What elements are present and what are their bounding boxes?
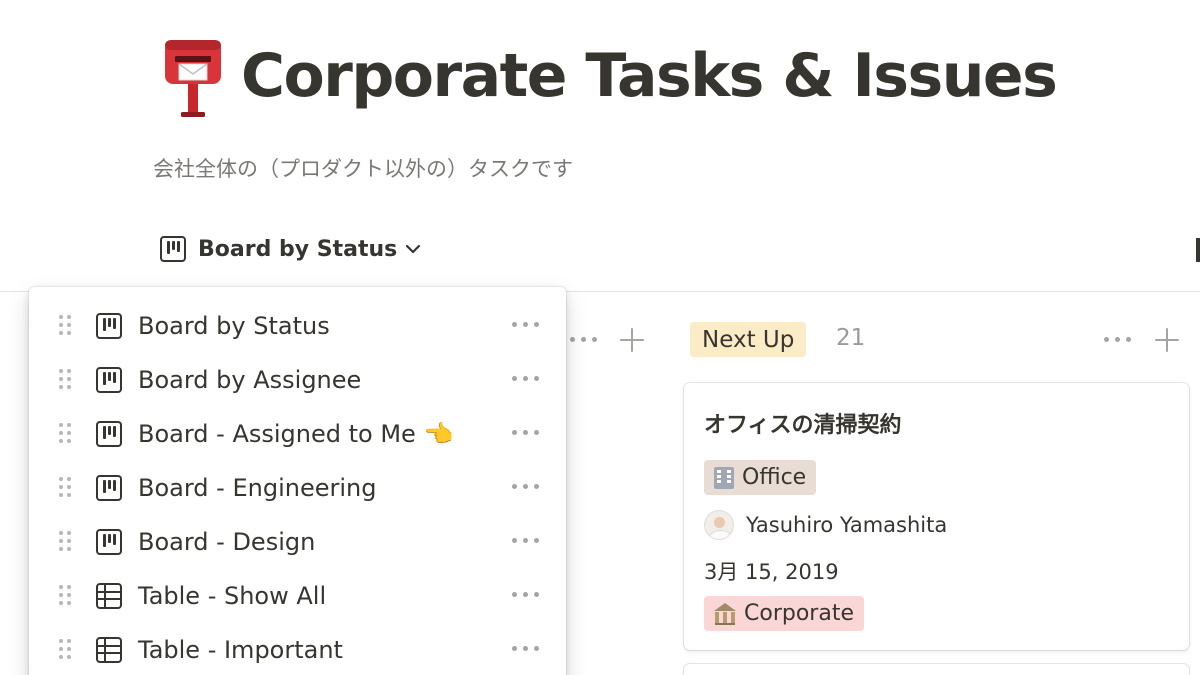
board-icon [96,313,122,339]
view-item-label: Board - Engineering [138,474,377,502]
department-tag-label: Corporate [744,601,854,626]
view-item-board-design[interactable]: Board - Design [29,515,566,569]
page-header: Corporate Tasks & Issues [157,34,1058,118]
category-tag-label: Office [742,465,807,490]
view-switcher-button[interactable]: Board by Status [160,232,421,266]
toolbar-edge [1196,238,1200,262]
card-title: オフィスの清掃契約 [704,413,902,438]
notion-page: Corporate Tasks & Issues 会社全体の（プロダクト以外の）… [0,0,1200,675]
more-icon[interactable] [570,337,600,343]
chevron-down-icon [406,244,421,254]
add-card-icon[interactable] [619,326,645,354]
view-item-label: Table - Important [138,636,343,664]
page-description[interactable]: 会社全体の（プロダクト以外の）タスクです [153,153,573,183]
view-item-table-show-all[interactable]: Table - Show All [29,569,566,623]
office-building-icon [714,466,734,489]
group-controls [1104,326,1184,354]
more-icon[interactable] [512,538,542,546]
more-icon[interactable] [1104,337,1134,343]
view-item-label: Board - Design [138,528,316,556]
card-date: 3月 15, 2019 [704,560,839,584]
more-icon[interactable] [512,376,542,384]
board-card[interactable] [684,664,1189,675]
more-icon[interactable] [512,592,542,600]
board-icon [160,236,186,262]
board-card[interactable]: オフィスの清掃契約 Office Yasuhiro Yamashita 3月 1… [684,383,1189,650]
view-item-board-by-status[interactable]: Board by Status [29,299,566,353]
category-tag[interactable]: Office [704,460,817,495]
drag-handle-icon[interactable] [59,639,73,661]
drag-handle-icon[interactable] [59,477,73,499]
drag-handle-icon[interactable] [59,423,73,445]
drag-handle-icon[interactable] [59,585,73,607]
assignee-name: Yasuhiro Yamashita [746,513,948,537]
more-icon[interactable] [512,322,542,330]
board-icon [96,475,122,501]
more-icon[interactable] [512,484,542,492]
more-icon[interactable] [512,646,542,654]
drag-handle-icon[interactable] [59,315,73,337]
group-label-next-up[interactable]: Next Up [690,322,807,357]
board-icon [96,367,122,393]
views-menu: Board by Status Board by Assignee Board … [29,287,566,675]
view-item-label: Board by Status [138,312,330,340]
view-item-table-important[interactable]: Table - Important [29,623,566,675]
drag-handle-icon[interactable] [59,531,73,553]
prev-group-controls [570,326,650,354]
current-view-label: Board by Status [198,236,398,262]
view-item-label: Board by Assignee [138,366,362,394]
view-item-label: Table - Show All [138,582,327,610]
bank-icon [714,602,736,625]
table-icon [96,583,122,609]
board-icon [96,529,122,555]
table-icon [96,637,122,663]
avatar [704,510,734,540]
add-card-icon[interactable] [1154,326,1180,354]
group-count: 21 [836,325,866,351]
view-item-board-by-assignee[interactable]: Board by Assignee [29,353,566,407]
department-tag[interactable]: Corporate [704,596,864,631]
postbox-icon[interactable] [157,36,229,117]
view-item-board-assigned-to-me[interactable]: Board - Assigned to Me 👈 [29,407,566,461]
view-item-board-engineering[interactable]: Board - Engineering [29,461,566,515]
drag-handle-icon[interactable] [59,369,73,391]
view-item-label: Board - Assigned to Me 👈 [138,420,454,448]
more-icon[interactable] [512,430,542,438]
assignee[interactable]: Yasuhiro Yamashita [704,510,947,540]
page-title[interactable]: Corporate Tasks & Issues [241,41,1058,111]
board-icon [96,421,122,447]
